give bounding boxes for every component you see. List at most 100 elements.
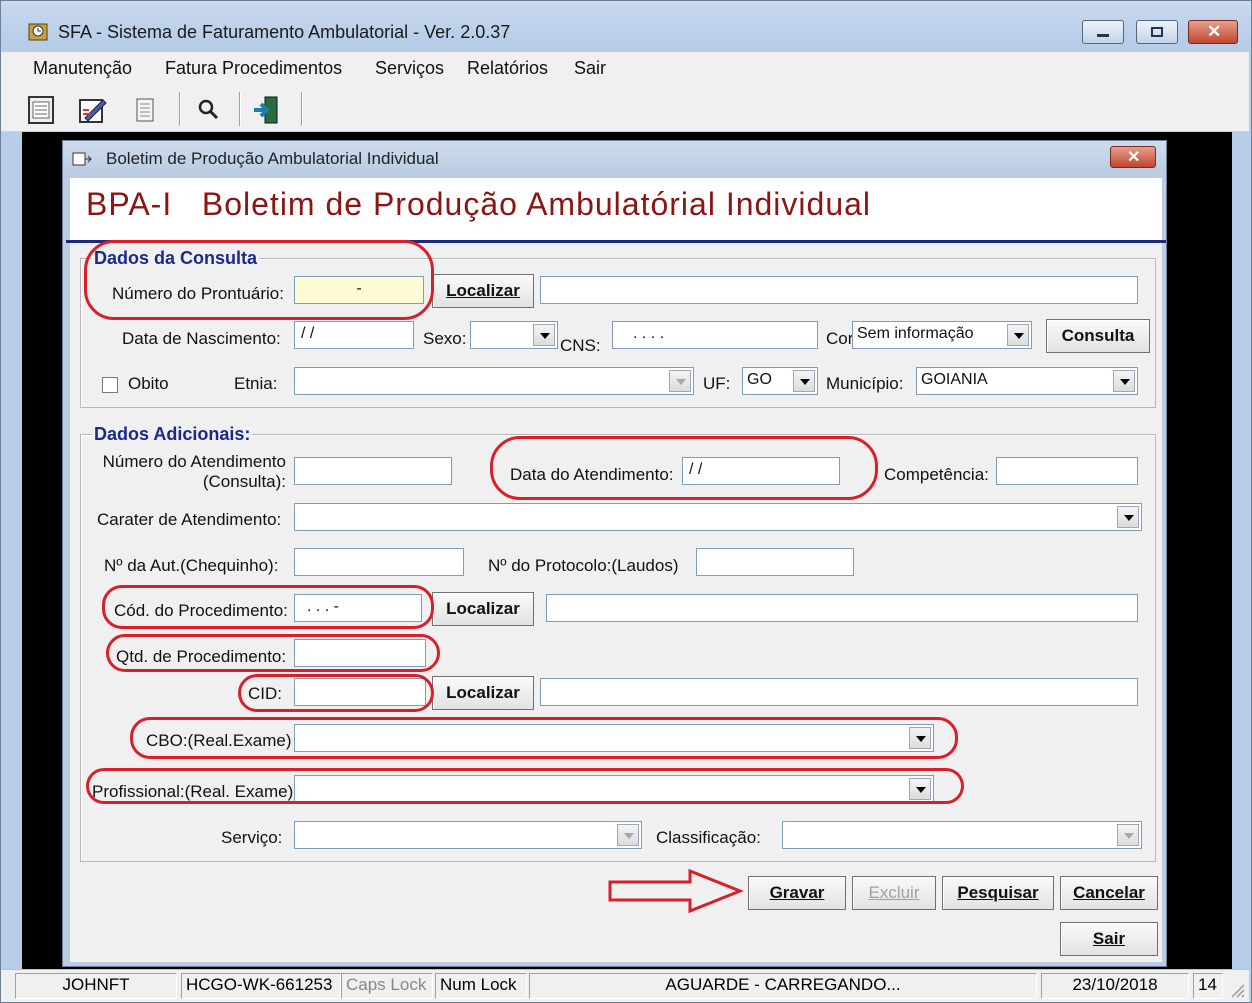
protocolo-label: Nº do Protocolo:(Laudos) [488, 556, 679, 575]
num-atendimento-label-line2: (Consulta): [202, 472, 286, 491]
chevron-down-icon [1113, 370, 1135, 392]
toolbar-separator [179, 92, 181, 126]
status-bar: JOHNFT HCGO-WK-661253 Caps Lock Num Lock… [1, 969, 1249, 1002]
sexo-select[interactable] [470, 321, 558, 349]
form-header: BPA-I Boletim de Produção Ambulatórial I… [86, 186, 872, 222]
carater-label: Carater de Atendimento: [97, 510, 282, 529]
classificacao-select[interactable] [782, 821, 1142, 849]
cancelar-button[interactable]: Cancelar [1060, 876, 1158, 910]
edit-document-icon[interactable] [77, 94, 109, 126]
cid-input[interactable] [294, 678, 426, 706]
protocolo-input[interactable] [696, 548, 854, 576]
app-icon [28, 23, 48, 41]
cid-label: CID: [248, 684, 282, 703]
cor-value: Sem informação [857, 325, 974, 342]
minimize-icon [1097, 34, 1109, 37]
cid-desc-field[interactable] [540, 678, 1138, 706]
data-atendimento-label: Data do Atendimento: [510, 465, 674, 484]
status-message: AGUARDE - CARREGANDO... [529, 973, 1037, 999]
report-icon[interactable] [129, 94, 161, 126]
status-date: 23/10/2018 [1041, 973, 1189, 999]
arrow-annotation-icon [608, 868, 744, 914]
menu-servicos[interactable]: Serviços [375, 58, 444, 79]
profissional-select[interactable] [294, 775, 934, 803]
nascimento-input[interactable]: / / [294, 321, 414, 349]
aut-input[interactable] [294, 548, 464, 576]
prontuario-label: Número do Prontuário: [112, 284, 284, 303]
paciente-nome-field[interactable] [540, 276, 1138, 304]
obito-checkbox[interactable] [102, 377, 118, 393]
menu-manutencao[interactable]: Manutenção [33, 58, 132, 79]
menu-bar: Manutenção Fatura Procedimentos Serviços… [1, 52, 1249, 86]
municipio-label: Município: [826, 374, 904, 393]
num-atendimento-input[interactable] [294, 457, 452, 485]
excluir-button[interactable]: Excluir [852, 876, 936, 910]
cbo-select[interactable] [294, 724, 934, 752]
cor-select[interactable]: Sem informação [852, 321, 1032, 349]
consulta-button[interactable]: Consulta [1046, 319, 1150, 353]
localizar-cid-button[interactable]: Localizar [432, 676, 534, 710]
num-atendimento-label: Número do Atendimento (Consulta): [96, 452, 286, 492]
nascimento-label: Data de Nascimento: [122, 329, 281, 348]
maximize-button[interactable] [1136, 20, 1178, 44]
cancelar-label: Cancelar [1073, 883, 1145, 902]
competencia-label: Competência: [884, 465, 989, 484]
close-button[interactable]: ✕ [1188, 20, 1238, 44]
menu-sair[interactable]: Sair [574, 58, 606, 79]
toolbar-separator [301, 92, 303, 126]
prontuario-input[interactable]: - [294, 276, 424, 304]
excluir-label: Excluir [868, 883, 920, 902]
exit-icon[interactable] [251, 94, 283, 126]
uf-select[interactable]: GO [742, 367, 818, 395]
procedimento-desc-field[interactable] [546, 594, 1138, 622]
status-user: JOHNFT [15, 973, 177, 999]
search-icon[interactable] [193, 94, 225, 126]
uf-value: GO [747, 371, 772, 388]
uf-label: UF: [703, 374, 731, 393]
localizar-procedimento-button[interactable]: Localizar [432, 592, 534, 626]
resize-grip-icon[interactable] [1229, 982, 1245, 998]
carater-select[interactable] [294, 503, 1142, 531]
gravar-label: Gravar [769, 883, 825, 902]
dialog-close-button[interactable]: ✕ [1110, 146, 1156, 168]
chevron-down-icon [909, 778, 931, 800]
profissional-label: Profissional:(Real. Exame) [92, 782, 294, 801]
localizar-prontuario-button[interactable]: Localizar [432, 274, 534, 308]
chevron-down-icon [793, 370, 815, 392]
menu-fatura-procedimentos[interactable]: Fatura Procedimentos [165, 58, 342, 79]
gravar-button[interactable]: Gravar [748, 876, 846, 910]
cns-input[interactable]: . . . . [612, 321, 818, 349]
minimize-button[interactable] [1082, 20, 1124, 44]
cbo-label: CBO:(Real.Exame) [146, 731, 292, 750]
data-atendimento-input[interactable]: / / [682, 457, 840, 485]
cod-procedimento-label: Cód. do Procedimento: [114, 601, 288, 620]
status-host: HCGO-WK-661253 [181, 973, 341, 999]
app-title: SFA - Sistema de Faturamento Ambulatoria… [58, 22, 511, 42]
etnia-select[interactable] [294, 367, 694, 395]
municipio-select[interactable]: GOIANIA [916, 367, 1138, 395]
localizar-label: Localizar [446, 281, 520, 300]
servico-label: Serviço: [221, 828, 283, 847]
chevron-down-icon [1007, 324, 1029, 346]
qtd-procedimento-input[interactable] [294, 639, 426, 667]
chevron-down-icon [1117, 506, 1139, 528]
menu-relatorios[interactable]: Relatórios [467, 58, 548, 79]
maximize-icon [1151, 27, 1163, 37]
cod-procedimento-input[interactable]: . . . - [294, 594, 422, 622]
header-rule [66, 240, 1166, 243]
competencia-input[interactable] [996, 457, 1138, 485]
cor-label: Cor [826, 329, 854, 348]
chevron-down-icon [533, 324, 555, 346]
toolbar [1, 86, 1249, 132]
aut-label: Nº da Aut.(Chequinho): [104, 556, 279, 575]
sair-button[interactable]: Sair [1060, 922, 1158, 956]
num-atendimento-label-line1: Número do Atendimento [102, 452, 286, 471]
sexo-label: Sexo: [423, 329, 467, 348]
calendar-icon[interactable] [25, 94, 57, 126]
group-title-consulta: Dados da Consulta [92, 248, 260, 269]
classificacao-label: Classificação: [656, 828, 761, 847]
close-icon: ✕ [1207, 22, 1222, 41]
servico-select[interactable] [294, 821, 642, 849]
status-caps-lock: Caps Lock [341, 973, 433, 999]
pesquisar-button[interactable]: Pesquisar [942, 876, 1054, 910]
